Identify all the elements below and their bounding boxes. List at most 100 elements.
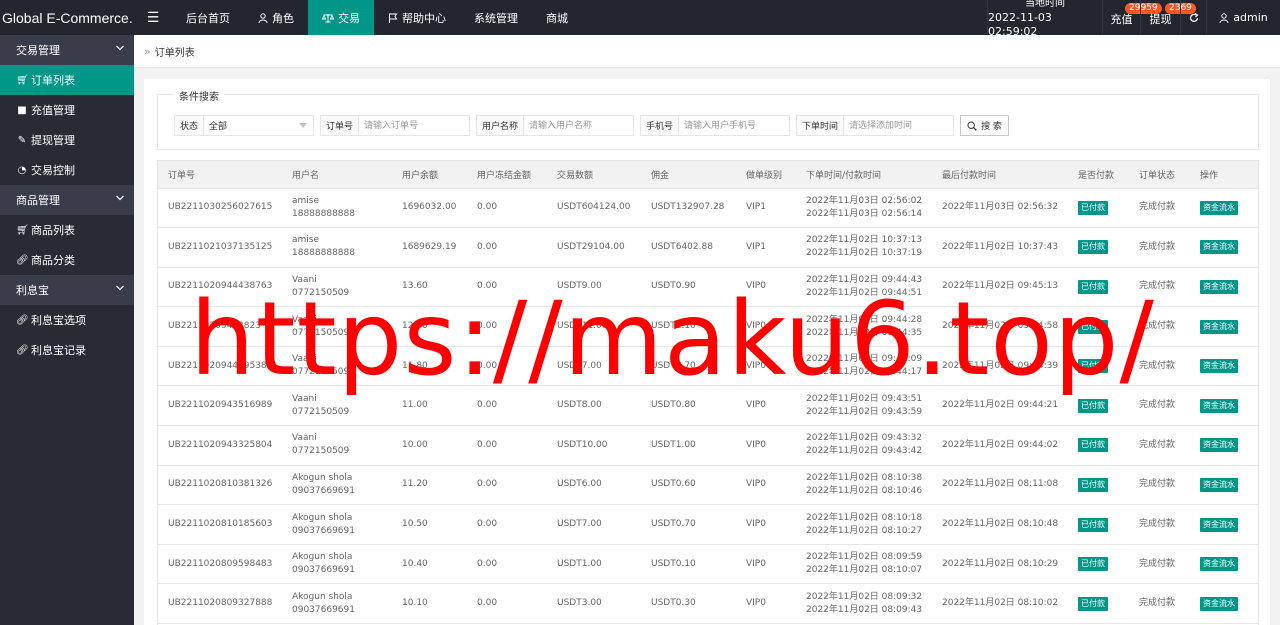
commission: USDT0.60 — [651, 479, 696, 490]
topnav-label: 交易 — [338, 11, 360, 25]
sidebar-group-interest[interactable]: 利息宝 — [0, 275, 134, 305]
cell-amount: USDT11.00 — [547, 306, 641, 347]
frozen-amount: 0.00 — [477, 400, 498, 411]
order-time-input[interactable] — [844, 116, 953, 135]
cell-status: 完成付款 — [1129, 465, 1190, 506]
order-time: 2022年11月02日 09:44:43 — [806, 274, 923, 285]
user-balance: 12.70 — [402, 321, 428, 332]
menu-toggle-button[interactable]: ☰ — [134, 0, 172, 35]
user-phone: 0772150509 — [292, 446, 350, 457]
order-status: 完成付款 — [1139, 598, 1176, 609]
topnav-trade[interactable]: 交易 — [308, 0, 374, 35]
commission: USDT1.10 — [651, 321, 696, 332]
cell-level: VIP0 — [736, 504, 796, 545]
status-select-value[interactable]: 全部 — [204, 116, 313, 135]
topnav-role[interactable]: 角色 — [244, 0, 308, 35]
cell-paid: 已付款 — [1068, 544, 1129, 585]
sidebar-item-goods-list[interactable]: 🛒︎ 商品列表 — [0, 215, 134, 245]
sidebar-item-order-list[interactable]: 🛒︎ 订单列表 — [0, 65, 134, 95]
user-name: Akogun shola — [292, 512, 353, 523]
cell-level: VIP0 — [736, 346, 796, 387]
header-last-pay-time: 最后付款时间 — [932, 161, 1068, 189]
user-phone: 18888888888 — [292, 248, 355, 259]
order-table-wrapper[interactable]: 订单号 用户名 用户余额 用户冻结金额 交易数额 佣金 做单级别 下单时间/付款… — [157, 160, 1259, 625]
fund-flow-button[interactable]: 资金流水 — [1200, 319, 1238, 334]
commission: USDT1.00 — [651, 439, 696, 450]
cell-amount: USDT8.00 — [547, 385, 641, 427]
pay-time: 2022年11月02日 09:43:59 — [806, 406, 923, 417]
vip-level: VIP0 — [746, 519, 766, 530]
order-time: 2022年11月02日 08:09:32 — [806, 591, 923, 602]
cell-order-number: UB2211020944438763 — [158, 267, 282, 308]
cell-user: amise 18888888888 — [282, 227, 392, 268]
cell-status: 完成付款 — [1129, 544, 1190, 585]
fund-flow-button[interactable]: 资金流水 — [1200, 596, 1238, 611]
fund-flow-button[interactable]: 资金流水 — [1200, 279, 1238, 294]
order-number: UB2211020809598483 — [168, 558, 273, 569]
cell-balance: 11.20 — [392, 465, 467, 506]
cell-frozen: 0.00 — [467, 583, 547, 625]
trade-amount: USDT7.00 — [557, 360, 602, 371]
refresh-button[interactable] — [1180, 0, 1206, 35]
fund-flow-button[interactable]: 资金流水 — [1200, 438, 1238, 453]
fund-flow-button[interactable]: 资金流水 — [1200, 200, 1238, 215]
sidebar-group-trade[interactable]: 交易管理 — [0, 35, 134, 65]
topnav-mall[interactable]: 商城 — [532, 0, 582, 35]
sidebar-group-goods[interactable]: 商品管理 — [0, 185, 134, 215]
cell-level: VIP0 — [736, 425, 796, 466]
paid-badge: 已付款 — [1078, 398, 1108, 413]
user-balance: 1696032.00 — [402, 202, 457, 213]
header-order-pay-time: 下单时间/付款时间 — [796, 161, 932, 189]
status-select[interactable]: 状态 全部 — [174, 115, 314, 136]
withdraw-button[interactable]: 2369 提现 — [1140, 0, 1196, 35]
last-pay-time: 2022年11月02日 09:45:13 — [942, 281, 1059, 292]
sidebar-item-interest-options[interactable]: 🔗︎ 利息宝选项 — [0, 305, 134, 335]
topnav-home[interactable]: 后台首页 — [172, 0, 244, 35]
last-pay-time: 2022年11月02日 08:10:48 — [942, 519, 1059, 530]
pay-time: 2022年11月02日 09:44:17 — [806, 367, 923, 378]
fund-flow-button[interactable]: 资金流水 — [1200, 477, 1238, 492]
phone-input[interactable] — [679, 116, 789, 135]
admin-menu[interactable]: admin — [1206, 0, 1280, 35]
trade-amount: USDT10.00 — [557, 439, 608, 450]
order-number: UB2211020944438763 — [168, 281, 273, 292]
recharge-button[interactable]: 29959 充值 — [1102, 0, 1162, 35]
fund-flow-button[interactable]: 资金流水 — [1200, 557, 1238, 572]
sidebar-item-interest-records[interactable]: 🔗︎ 利息宝记录 — [0, 335, 134, 365]
fund-flow-button[interactable]: 资金流水 — [1200, 398, 1238, 413]
trade-amount: USDT9.00 — [557, 281, 602, 292]
paid-badge: 已付款 — [1078, 517, 1108, 532]
search-button[interactable]: 搜 索 — [960, 115, 1009, 136]
order-number-input[interactable] — [359, 116, 469, 135]
user-balance: 10.40 — [402, 558, 428, 569]
user-phone: 09037669691 — [292, 525, 355, 536]
vip-level: VIP0 — [746, 321, 766, 332]
fund-flow-button[interactable]: 资金流水 — [1200, 517, 1238, 532]
paid-badge: 已付款 — [1078, 200, 1108, 215]
topnav-system[interactable]: 系统管理 — [460, 0, 532, 35]
cell-last-pay-time: 2022年11月02日 09:44:21 — [932, 385, 1068, 427]
double-chevron-right-icon: » — [144, 44, 151, 58]
cell-order-pay-time: 2022年11月02日 09:44:28 2022年11月02日 09:44:35 — [796, 306, 932, 347]
cell-order-pay-time: 2022年11月02日 09:44:09 2022年11月02日 09:44:17 — [796, 346, 932, 387]
wrench-icon: ✎ — [17, 134, 27, 146]
sidebar-item-trade-control[interactable]: ◔ 交易控制 — [0, 155, 134, 185]
cell-commission: USDT1.00 — [641, 425, 736, 466]
table-row: UB2211020943516989 Vaani 0772150509 11.00 0.… — [158, 385, 1258, 427]
cell-order-number: UB2211030256027615 — [158, 188, 282, 229]
topnav-help[interactable]: 帮助中心 — [374, 0, 460, 35]
cell-commission: USDT0.70 — [641, 504, 736, 545]
cell-balance: 10.10 — [392, 583, 467, 625]
sidebar-item-goods-category[interactable]: 🔗︎ 商品分类 — [0, 245, 134, 275]
fund-flow-button[interactable]: 资金流水 — [1200, 359, 1238, 374]
fund-flow-button[interactable]: 资金流水 — [1200, 240, 1238, 255]
header-user-name: 用户名 — [282, 161, 392, 189]
sidebar-item-recharge[interactable]: ■ 充值管理 — [0, 95, 134, 125]
frozen-amount: 0.00 — [477, 519, 498, 530]
user-balance: 10.50 — [402, 519, 428, 530]
user-name-input[interactable] — [524, 116, 633, 135]
header-frozen: 用户冻结金额 — [467, 161, 547, 189]
cell-status: 完成付款 — [1129, 227, 1190, 268]
sidebar-item-withdraw[interactable]: ✎ 提现管理 — [0, 125, 134, 155]
cell-amount: USDT1.00 — [547, 544, 641, 585]
